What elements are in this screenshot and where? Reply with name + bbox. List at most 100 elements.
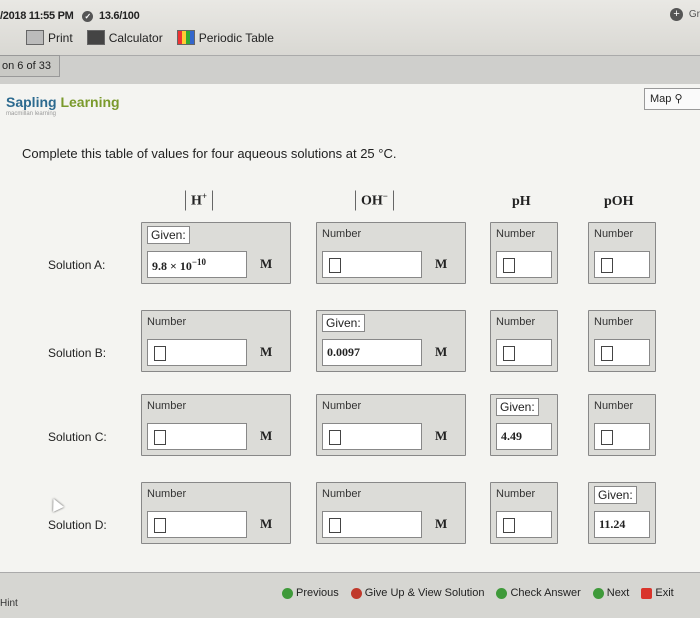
cell-d-poh: Given: 11.24 [588,482,656,544]
question-panel: Sapling Learning macmillan learning Map … [0,84,700,590]
unit-m: M [260,516,273,531]
given-value-box: 4.49 [496,423,552,450]
previous-label: Previous [296,587,339,599]
periodic-table-icon [176,30,195,45]
map-button[interactable]: Map ⚲ [644,88,700,110]
ph-input-a[interactable] [496,251,552,278]
input-caret [329,430,341,445]
cell-c-oh: Number M [316,394,466,456]
column-header-poh: pOH [604,194,634,209]
hint-button[interactable]: Hint [0,598,18,609]
print-button[interactable]: Print [26,30,73,45]
footer-buttons: Previous Give Up & View Solution Check A… [282,587,674,599]
score-icon: ✓ [82,10,94,22]
calculator-label: Calculator [108,30,163,45]
map-label: Map [650,93,672,105]
h-input-b[interactable] [147,339,247,366]
input-caret [154,346,166,361]
unit-m: M [435,516,448,531]
ph-input-b[interactable] [496,339,552,366]
periodic-table-button[interactable]: Periodic Table [176,30,274,45]
given-label: Given: [594,486,637,504]
h-mantissa: 9.8 × 10 [152,259,192,273]
gradebook-button[interactable]: + Gr [670,8,700,21]
map-icon: ⚲ [674,93,683,105]
give-up-button[interactable]: Give Up & View Solution [350,587,485,599]
input-caret [601,346,613,361]
cell-b-ph: Number [490,310,558,372]
oh-input-d[interactable] [322,511,422,538]
oh-charge: − [382,191,388,201]
given-value: 11.24 [599,517,626,531]
column-header-ph: pH [512,194,531,209]
logo-name-a: Sapling [6,94,57,110]
h-exponent: −10 [191,257,206,267]
check-answer-button[interactable]: Check Answer [496,587,581,599]
number-label: Number [496,488,536,500]
cell-d-ph: Number [490,482,558,544]
number-label: Number [496,228,536,240]
oh-input-c[interactable] [322,423,422,450]
number-label: Number [147,316,187,328]
exit-button[interactable]: Exit [641,587,674,599]
input-caret [329,258,341,273]
next-arrow-icon [592,587,604,599]
given-value: 4.49 [501,429,522,443]
unit-m: M [260,344,273,359]
footer-bar: Hint Previous Give Up & View Solution Ch… [0,572,700,618]
previous-button[interactable]: Previous [282,587,339,599]
given-label: Given: [322,314,365,332]
cell-b-h: Number M [141,310,291,372]
number-label: Number [594,400,634,412]
gradebook-label: Gr [688,9,700,20]
cell-d-h: Number M [141,482,291,544]
next-button[interactable]: Next [592,587,630,599]
given-value-box: 9.8 × 10−10 [147,251,247,278]
h-input-d[interactable] [147,511,247,538]
input-caret [601,430,613,445]
give-up-label: Give Up & View Solution [364,587,485,599]
calculator-button[interactable]: Calculator [86,30,163,45]
print-label: Print [48,30,73,45]
unit-m: M [260,256,273,271]
check-icon [496,587,508,599]
input-caret [154,430,166,445]
poh-input-c[interactable] [594,423,650,450]
unit-m: M [435,256,448,271]
sapling-logo: Sapling Learning [6,94,120,110]
h-input-c[interactable] [147,423,247,450]
poh-input-b[interactable] [594,339,650,366]
number-label: Number [322,488,362,500]
number-label: Number [496,316,536,328]
row-label-c: Solution C: [48,430,107,444]
h-charge: + [201,191,208,201]
next-label: Next [606,587,630,599]
given-value-box: 11.24 [594,511,650,538]
oh-input-a[interactable] [322,251,422,278]
h-symbol: H [191,193,202,209]
score: 13.6/100 [99,10,140,22]
give-up-x-icon [350,587,362,599]
ph-input-d[interactable] [496,511,552,538]
input-caret [601,258,613,273]
row-label-d: Solution D: [48,518,107,532]
input-caret [154,518,166,533]
given-value: 0.0097 [327,345,360,359]
cell-b-oh: Given: 0.0097 M [316,310,466,372]
browser-toolbar: /2018 11:55 PM ✓ 13.6/100 + Gr Print Cal… [0,0,700,56]
row-label-a: Solution A: [48,258,106,272]
input-caret [503,258,515,273]
column-header-oh: OH− [355,190,394,211]
cell-b-poh: Number [588,310,656,372]
cell-c-h: Number M [141,394,291,456]
calculator-icon [86,30,105,45]
given-value-box: 0.0097 [322,339,422,366]
previous-arrow-icon [282,587,293,599]
check-answer-label: Check Answer [510,587,581,599]
input-caret [503,518,515,533]
status-line: /2018 11:55 PM ✓ 13.6/100 [0,10,140,22]
input-caret [329,518,341,533]
periodic-table-label: Periodic Table [198,30,274,45]
unit-m: M [435,344,448,359]
poh-input-a[interactable] [594,251,650,278]
